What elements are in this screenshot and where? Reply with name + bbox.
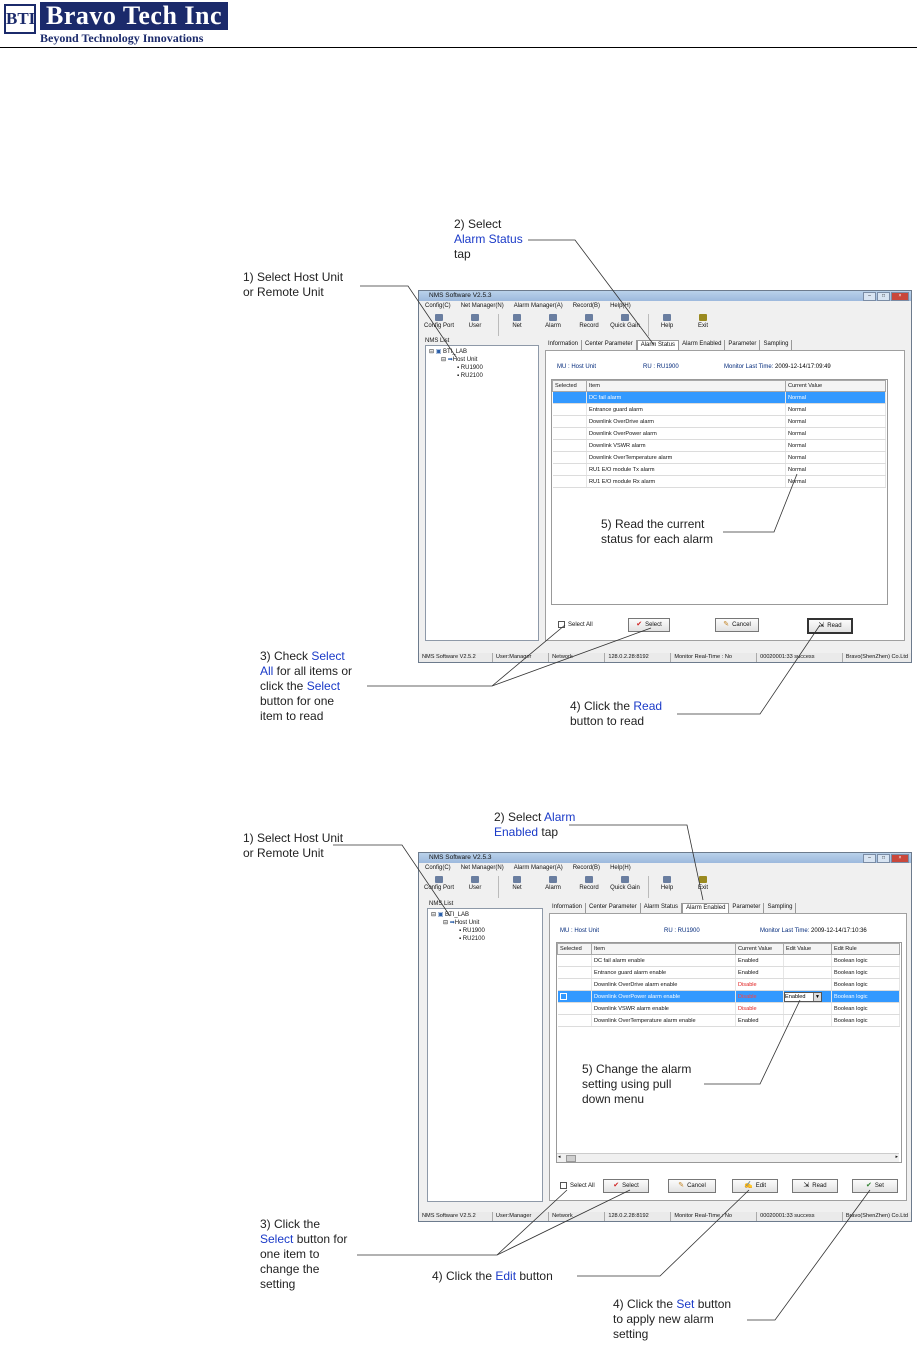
leader-line-1 [360, 285, 457, 358]
leader-line-3a [367, 624, 566, 687]
leader-line-5 [723, 473, 798, 533]
leader-line-7 [569, 824, 704, 901]
leader-line-10 [704, 999, 801, 1085]
leader-line-6 [333, 844, 451, 917]
leader-line-3b [491, 627, 652, 687]
leader-line-8a [357, 1189, 568, 1256]
leader-line-8b [496, 1189, 631, 1256]
callout-lines [333, 239, 871, 1321]
leader-line-11 [747, 1189, 871, 1321]
leader-line-2 [528, 239, 655, 346]
leader-line-4 [677, 624, 821, 715]
